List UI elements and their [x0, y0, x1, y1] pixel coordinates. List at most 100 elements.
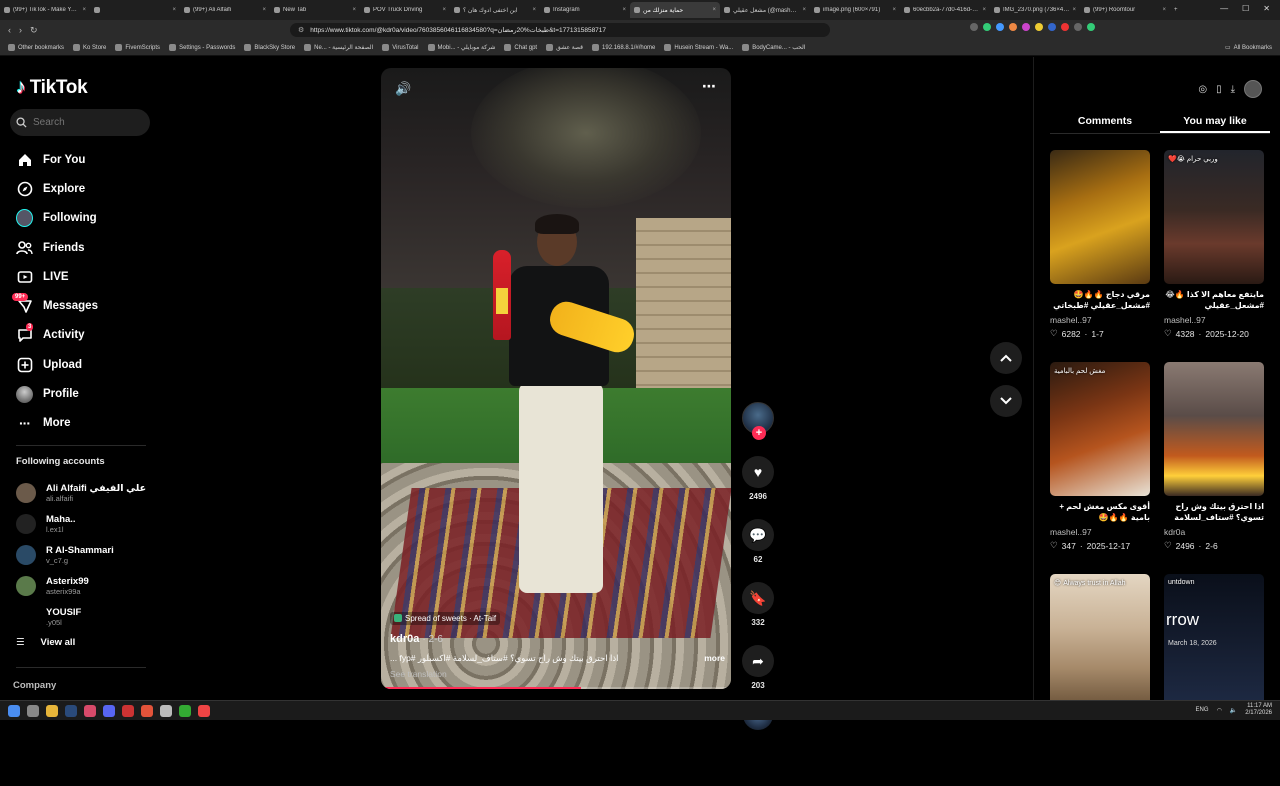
reload-icon[interactable]: ↻ [30, 25, 38, 36]
minimize-button[interactable]: — [1220, 4, 1228, 13]
card-username[interactable]: mashel..97 [1050, 315, 1150, 325]
tab-close-icon[interactable]: × [82, 7, 86, 13]
language-indicator[interactable]: ENG [1196, 707, 1209, 713]
comment-action[interactable]: 💬 62 [740, 519, 776, 564]
video-thumbnail[interactable]: مغش لحم بالبامية [1050, 362, 1150, 496]
app-icon[interactable] [160, 704, 172, 717]
tab-close-icon[interactable]: × [262, 7, 266, 13]
nav-item-live[interactable]: LIVE [16, 262, 98, 291]
url-omnibox[interactable]: ⚙ https://www.tiktok.com/@kdr0a/video/76… [290, 23, 830, 37]
tab-close-icon[interactable]: × [802, 7, 806, 13]
bookmark-item[interactable]: FivemScripts [115, 44, 160, 51]
tab-close-icon[interactable]: × [172, 7, 176, 13]
bookmark-item[interactable]: قصة عشق [546, 44, 583, 51]
extension-icon[interactable] [1048, 23, 1056, 31]
file-explorer-icon[interactable] [46, 704, 58, 717]
compass-icon[interactable]: ◎ [1198, 84, 1207, 95]
bookmark-item[interactable]: Chat gpt [504, 44, 537, 51]
recommended-video-card[interactable]: اذا احترق بيتك وش راح تسوي؟ #ستاف_لسلامة… [1164, 362, 1264, 574]
recommended-video-card[interactable]: مغش لحم بالبامية أقوى مكس مغش لحم + بامية… [1050, 362, 1150, 574]
start-icon[interactable] [8, 704, 20, 717]
browser-tab[interactable]: POV Truck Driving × [360, 2, 450, 18]
extension-icon[interactable] [1022, 23, 1030, 31]
tab-close-icon[interactable]: × [622, 7, 626, 13]
user-avatar[interactable] [1244, 80, 1262, 98]
clock[interactable]: 11:17 AM 2/17/2026 [1245, 703, 1272, 717]
download-icon[interactable]: ⤓ [1231, 84, 1235, 95]
bookmark-item[interactable]: Mobi... - شركة موبايلي [427, 44, 495, 51]
tab-comments[interactable]: Comments [1050, 112, 1160, 133]
extension-icon[interactable] [1035, 23, 1043, 31]
site-info-icon[interactable]: ⚙ [298, 26, 304, 34]
browser-tab[interactable]: Instagram × [540, 2, 630, 18]
bookmark-item[interactable]: Settings - Passwords [169, 44, 235, 51]
comment-icon[interactable]: 💬 [742, 519, 774, 551]
browser-tab[interactable]: ابن اختفى ادوك هان ؟ × [450, 2, 540, 18]
creator-avatar[interactable]: + [742, 402, 774, 440]
card-username[interactable]: mashel..97 [1050, 527, 1150, 537]
app-icon[interactable] [198, 704, 210, 717]
tiktok-logo[interactable]: ♪ TikTok [16, 76, 88, 99]
share-action[interactable]: ➦ 203 [740, 645, 776, 690]
like-action[interactable]: ♥ 2496 [740, 456, 776, 501]
browser-tab[interactable]: × [90, 2, 180, 18]
url-text[interactable]: https://www.tiktok.com/@kdr0a/video/7603… [310, 26, 606, 34]
app-icon[interactable] [179, 704, 191, 717]
following-account-item[interactable]: Maha.. l.ex1l [16, 508, 146, 539]
maximize-button[interactable]: ☐ [1242, 4, 1249, 13]
nav-item-following[interactable]: Following [16, 204, 98, 233]
recommended-video-card[interactable]: Always trust in Allah 😊 [1050, 574, 1150, 786]
tab-close-icon[interactable]: × [532, 7, 536, 13]
company-link[interactable]: Company [13, 680, 56, 691]
extension-icon[interactable] [1087, 23, 1095, 31]
discord-icon[interactable] [103, 704, 115, 717]
video-player[interactable]: 🔊 ⋯ Spread of sweets · At-Taif kdr0a · 2… [381, 68, 731, 689]
bookmark-item[interactable]: BlackSky Store [244, 44, 295, 51]
browser-tab[interactable]: مشعل عقيلي (@mashel.97)× [720, 2, 810, 18]
video-thumbnail[interactable] [1050, 150, 1150, 284]
view-all-button[interactable]: ☰ View all [16, 637, 75, 648]
close-window-button[interactable]: ✕ [1263, 4, 1270, 13]
recommended-video-card[interactable]: مرقي دجاج 🔥🔥🤩 #مشعل_عقيلي #طبخاتي⋮ mashel… [1050, 150, 1150, 362]
volume-icon[interactable]: 🔊 [395, 81, 411, 97]
tab-close-icon[interactable]: × [352, 7, 356, 13]
bookmark-item[interactable]: Husein Stream - Wa... [664, 44, 733, 51]
back-icon[interactable]: ‹ [8, 25, 11, 36]
browser-tab[interactable]: (99+) Roomtour × [1080, 2, 1170, 18]
bookmark-item[interactable]: 192.168.8.1/#/home [592, 44, 655, 51]
tab-close-icon[interactable]: × [892, 7, 896, 13]
search-icon[interactable] [27, 704, 39, 717]
follow-plus-icon[interactable]: + [752, 426, 766, 440]
tab-close-icon[interactable]: × [982, 7, 986, 13]
all-bookmarks-button[interactable]: ▭ All Bookmarks [1225, 44, 1272, 52]
nav-item-for-you[interactable]: For You [16, 145, 98, 174]
nav-item-profile[interactable]: Profile [16, 379, 98, 408]
share-icon[interactable]: ➦ [742, 645, 774, 677]
video-more-options-icon[interactable]: ⋯ [702, 78, 717, 95]
extension-icon[interactable] [1061, 23, 1069, 31]
browser-tab[interactable]: (99+) TikTok - Make Your... × [0, 2, 90, 18]
following-account-item[interactable]: YOUSIF .y05l [16, 601, 146, 632]
location-tag[interactable]: Spread of sweets · At-Taif [390, 611, 501, 625]
save-action[interactable]: 🔖 332 [740, 582, 776, 627]
heart-icon[interactable]: ♥ [742, 456, 774, 488]
previous-video-button[interactable] [990, 342, 1022, 374]
video-author[interactable]: kdr0a [390, 633, 419, 645]
volume-tray-icon[interactable]: 🔈 [1230, 707, 1237, 714]
nav-item-activity[interactable]: 3 Activity [16, 321, 98, 350]
video-thumbnail[interactable]: وربي حرام 😭❤️ [1164, 150, 1264, 284]
browser-tab[interactable]: New Tab × [270, 2, 360, 18]
video-thumbnail[interactable]: Always trust in Allah 😊 [1050, 574, 1150, 708]
search-bar[interactable] [10, 109, 150, 136]
recommended-video-card[interactable]: untdown rrow March 18, 2026 [1164, 574, 1264, 786]
bookmark-item[interactable]: VirusTotal [382, 44, 419, 51]
tab-close-icon[interactable]: × [1162, 7, 1166, 13]
bookmark-item[interactable]: Ne... - الصفحة الرئيسية [304, 44, 373, 51]
card-username[interactable]: mashel..97 [1164, 315, 1264, 325]
bookmark-icon[interactable]: 🔖 [742, 582, 774, 614]
phone-icon[interactable]: ▯ [1216, 84, 1222, 95]
following-account-item[interactable]: Ali Alfaifi علي الفيفي ali.alfaifi [16, 477, 146, 508]
video-progress-bar[interactable] [381, 687, 731, 689]
following-account-item[interactable]: Asterix99 asterix99a [16, 570, 146, 601]
app-icon[interactable] [122, 704, 134, 717]
